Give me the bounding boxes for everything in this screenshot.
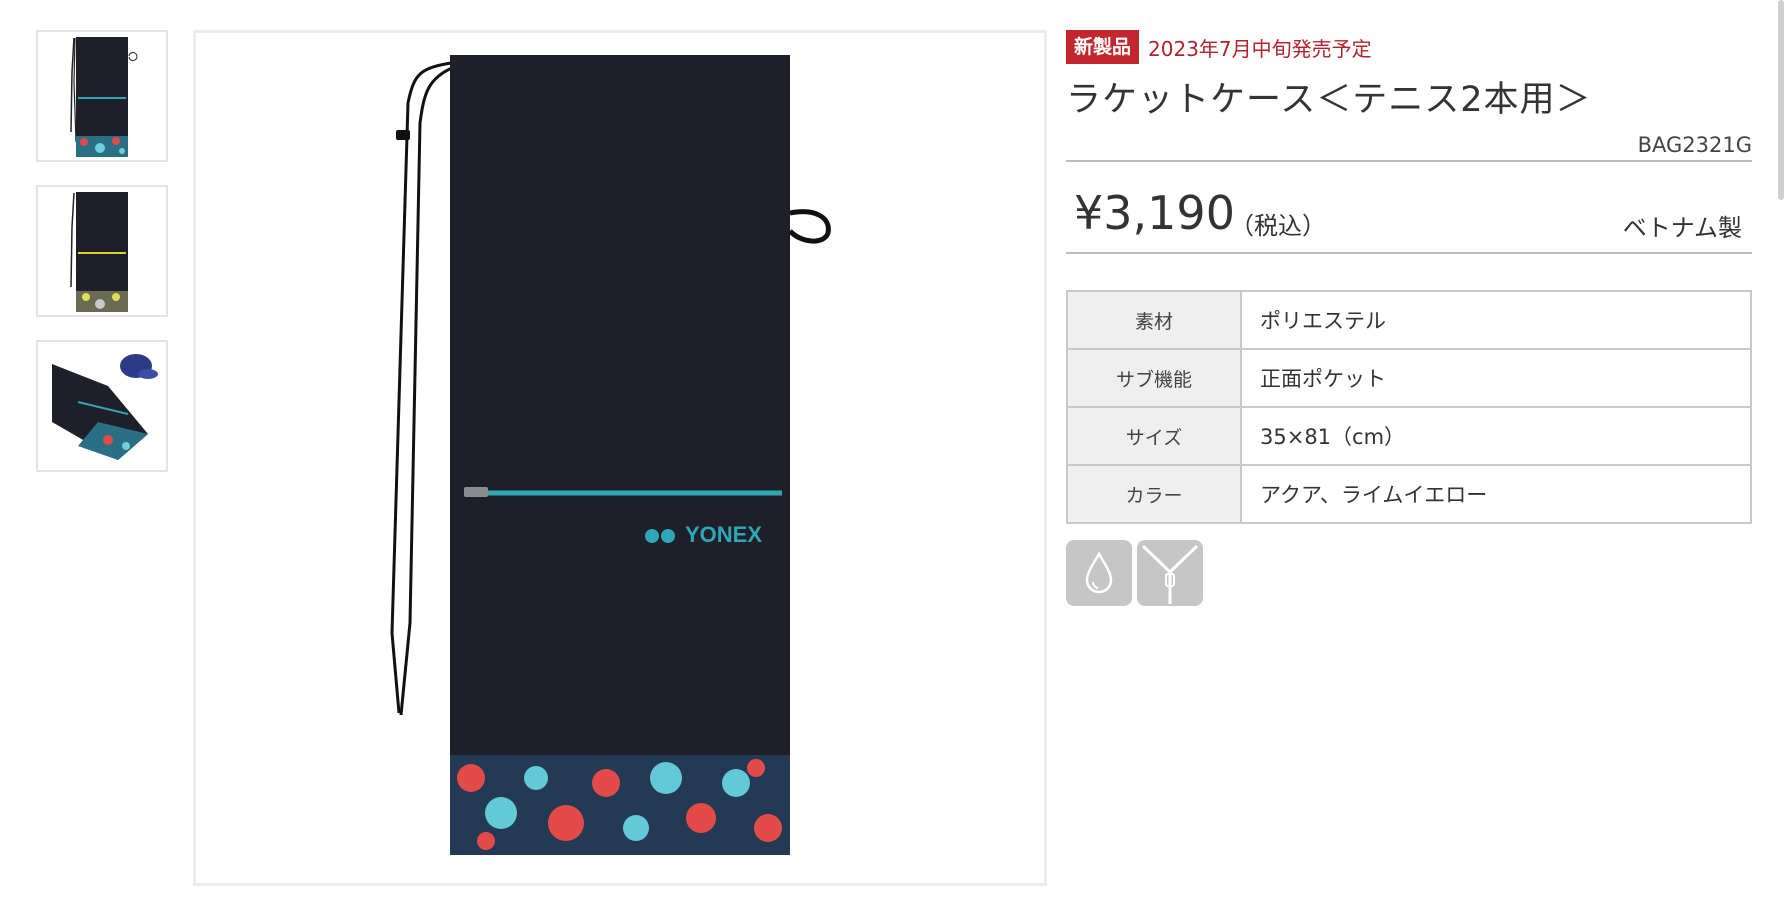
divider [1066, 252, 1752, 254]
spec-row: カラー アクア、ライムイエロー [1066, 464, 1752, 524]
thumbnail-with-cap[interactable] [36, 340, 168, 472]
thumbnail-lime-yellow[interactable] [36, 185, 168, 317]
spec-key: カラー [1066, 464, 1242, 524]
spec-value: 35×81（cm） [1240, 406, 1752, 466]
water-drop-icon [1066, 540, 1132, 606]
main-product-image[interactable]: YONEX [193, 30, 1047, 886]
spec-table: 素材 ポリエステル サブ機能 正面ポケット サイズ 35×81（cm） カラー … [1066, 290, 1752, 524]
thumbnail-list [36, 30, 172, 495]
thumbnail-aqua[interactable] [36, 30, 168, 162]
new-product-badge: 新製品 [1066, 30, 1140, 64]
price: ¥3,190 [1074, 186, 1235, 240]
spec-row: サブ機能 正面ポケット [1066, 348, 1752, 408]
spec-value: ポリエステル [1240, 290, 1752, 350]
product-code: BAG2321G [1637, 133, 1752, 157]
spec-value: アクア、ライムイエロー [1240, 464, 1752, 524]
brand-logo: YONEX [685, 522, 763, 547]
feature-icons [1066, 540, 1752, 606]
badge-row: 新製品 2023年7月中旬発売予定 [1066, 30, 1752, 64]
spec-row: サイズ 35×81（cm） [1066, 406, 1752, 466]
scrollbar[interactable] [1778, 0, 1784, 200]
price-row: ¥3,190 （税込） ベトナム製 [1066, 162, 1752, 252]
tax-note: （税込） [1230, 212, 1326, 240]
product-info: 新製品 2023年7月中旬発売予定 ラケットケース＜テニス2本用＞ BAG232… [1066, 30, 1752, 606]
spec-key: 素材 [1066, 290, 1242, 350]
product-title: ラケットケース＜テニス2本用＞ [1066, 80, 1592, 120]
zipper-icon [1137, 540, 1203, 606]
country-of-origin: ベトナム製 [1622, 214, 1742, 242]
release-date: 2023年7月中旬発売予定 [1148, 36, 1372, 61]
spec-key: サブ機能 [1066, 348, 1242, 408]
spec-row: 素材 ポリエステル [1066, 290, 1752, 350]
spec-value: 正面ポケット [1240, 348, 1752, 408]
spec-key: サイズ [1066, 406, 1242, 466]
